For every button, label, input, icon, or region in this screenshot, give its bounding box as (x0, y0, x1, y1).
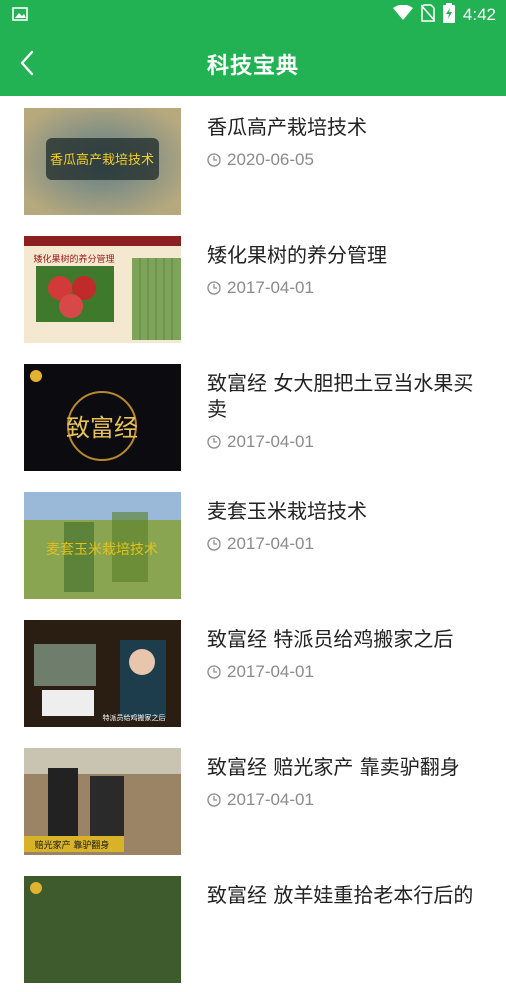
wifi-icon (392, 4, 413, 25)
video-list: 香瓜高产栽培技术 香瓜高产栽培技术 2020-06-05 矮化果树的养分管理 矮… (0, 96, 506, 992)
video-thumbnail: 麦套玉米栽培技术 (24, 492, 181, 599)
item-date: 2017-04-01 (227, 790, 314, 809)
item-date-row: 2017-04-01 (207, 790, 492, 810)
list-item[interactable]: 矮化果树的养分管理 矮化果树的养分管理 2017-04-01 (0, 224, 506, 352)
clock-icon (207, 281, 221, 295)
item-title: 矮化果树的养分管理 (207, 243, 387, 267)
clock: 4:42 (462, 5, 496, 24)
thumbnail-caption: 矮化果树的养分管理 (33, 253, 114, 265)
app-bar: 科技宝典 (0, 30, 506, 96)
video-thumbnail: 矮化果树的养分管理 (24, 236, 181, 343)
thumbnail-caption: 麦套玉米栽培技术 (46, 542, 158, 558)
item-date-row: 2017-04-01 (207, 534, 492, 554)
thumbnail-caption: 特派员给鸡搬家之后 (103, 713, 166, 722)
battery-charging-icon (442, 3, 455, 27)
item-date-row: 2017-04-01 (207, 662, 492, 682)
image-icon (12, 6, 28, 26)
item-title: 致富经 放羊娃重拾老本行后的 (207, 883, 474, 907)
item-date: 2017-04-01 (227, 662, 314, 681)
item-date: 2017-04-01 (227, 432, 314, 451)
page-title: 科技宝典 (206, 54, 299, 79)
thumbnail-caption: 香瓜高产栽培技术 (50, 152, 154, 168)
list-item[interactable]: 特派员给鸡搬家之后 致富经 特派员给鸡搬家之后 2017-04-01 (0, 608, 506, 736)
item-date-row: 2017-04-01 (207, 432, 492, 452)
item-title: 致富经 特派员给鸡搬家之后 (207, 627, 454, 651)
item-date: 2017-04-01 (227, 278, 314, 297)
item-title: 麦套玉米栽培技术 (207, 499, 367, 523)
item-title: 致富经 女大胆把土豆当水果买卖 (207, 371, 474, 421)
video-thumbnail: 香瓜高产栽培技术 (24, 108, 181, 215)
item-title: 致富经 赔光家产 靠卖驴翻身 (207, 755, 460, 779)
list-item[interactable]: 致富经 致富经 女大胆把土豆当水果买卖 2017-04-01 (0, 352, 506, 480)
clock-icon (207, 435, 221, 449)
clock-icon (207, 793, 221, 807)
list-item[interactable]: 致富经 放羊娃重拾老本行后的 (0, 864, 506, 992)
list-item[interactable]: 麦套玉米栽培技术 麦套玉米栽培技术 2017-04-01 (0, 480, 506, 608)
thumbnail-caption: 赔光家产 靠驴翻身 (35, 839, 110, 851)
item-date-row: 2020-06-05 (207, 150, 492, 170)
item-date: 2017-04-01 (227, 534, 314, 553)
thumbnail-caption: 致富经 (66, 414, 138, 442)
video-thumbnail: 特派员给鸡搬家之后 (24, 620, 181, 727)
video-thumbnail: 赔光家产 靠驴翻身 (24, 748, 181, 855)
clock-icon (207, 665, 221, 679)
video-thumbnail: 致富经 (24, 364, 181, 471)
status-bar: 4:42 (0, 0, 506, 30)
item-date: 2020-06-05 (227, 150, 314, 169)
item-title: 香瓜高产栽培技术 (207, 115, 367, 139)
list-item[interactable]: 香瓜高产栽培技术 香瓜高产栽培技术 2020-06-05 (0, 96, 506, 224)
clock-icon (207, 537, 221, 551)
clock-icon (207, 153, 221, 167)
list-item[interactable]: 赔光家产 靠驴翻身 致富经 赔光家产 靠卖驴翻身 2017-04-01 (0, 736, 506, 864)
no-sim-icon (420, 4, 436, 26)
item-date-row: 2017-04-01 (207, 278, 492, 298)
video-thumbnail (24, 876, 181, 983)
